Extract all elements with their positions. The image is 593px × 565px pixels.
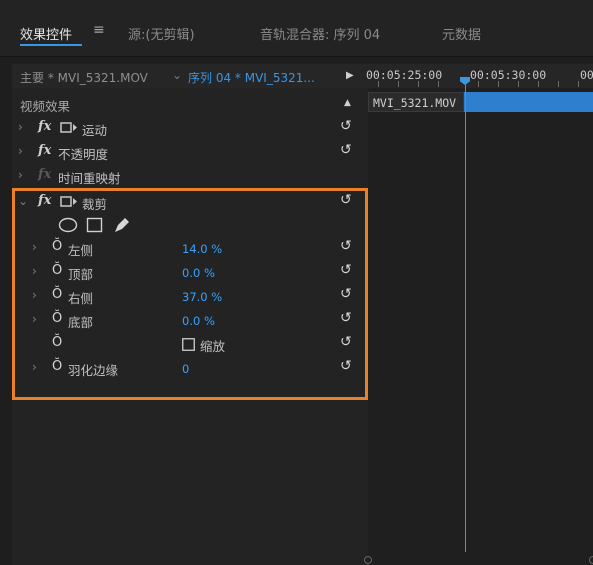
reset-icon[interactable]: ↺ [340,142,352,158]
timecode: 00 [580,68,593,82]
tab-metadata[interactable]: 元数据 [442,24,481,43]
effect-row-motion[interactable]: › fx 运动 ↺ [12,116,368,140]
ruler-tick [478,81,479,87]
timeline-mini-panel: 00:05:25:00 00:05:30:00 00 MVI_5321.MOV [364,64,593,565]
tab-divider [0,56,593,57]
fx-icon[interactable]: fx [38,143,51,158]
video-effects-label: 视频效果 [20,99,71,114]
playhead-line[interactable] [465,82,466,552]
fx-icon[interactable]: fx [38,119,51,134]
time-ruler[interactable]: 00:05:25:00 00:05:30:00 00 [366,64,593,88]
master-clip-label[interactable]: 主要 * MVI_5321.MOV [20,69,148,86]
crop-highlight-box [12,188,368,400]
effect-row-opacity[interactable]: › fx 不透明度 ↺ [12,140,368,164]
scroll-handle-left[interactable] [364,556,372,564]
timecode: 00:05:30:00 [470,68,547,82]
play-icon[interactable]: ▶ [346,70,354,81]
ruler-tick [538,81,539,87]
timecode: 00:05:25:00 [366,68,443,82]
chevron-right-icon[interactable]: › [18,120,23,134]
ruler-tick [378,81,379,87]
clip-name-tab[interactable]: MVI_5321.MOV [368,92,464,112]
effect-label: 时间重映射 [58,171,121,186]
clip-header-row: 主要 * MVI_5321.MOV ⌄ 序列 04 * MVI_5321... … [12,64,368,88]
active-tab-underline [20,44,82,46]
chevron-right-icon[interactable]: › [18,168,23,182]
ruler-tick [578,81,579,87]
chevron-down-icon[interactable]: ⌄ [172,68,182,82]
reset-icon[interactable]: ↺ [340,118,352,134]
clip-label: MVI_5321.MOV [373,96,457,110]
effect-row-time-remapping[interactable]: › fx 时间重映射 [12,164,368,188]
chevron-right-icon[interactable]: › [18,144,23,158]
ruler-tick [558,81,559,87]
sequence-clip-label[interactable]: 序列 04 * MVI_5321... [188,69,315,86]
ruler-tick [518,81,519,87]
ruler-tick [498,81,499,87]
collapse-icon[interactable]: ▲ [344,98,351,108]
ruler-tick [438,81,439,87]
panel-menu-icon[interactable]: ≡ [93,22,105,38]
tab-source[interactable]: 源:(无剪辑) [128,24,195,43]
tab-audio-mixer[interactable]: 音轨混合器: 序列 04 [260,24,380,43]
scroll-handle-right[interactable] [589,556,593,564]
ruler-tick [398,81,399,87]
tab-effect-controls[interactable]: 效果控件 [20,24,72,43]
effect-label: 运动 [82,123,108,138]
panel-tab-bar: 效果控件 ≡ 源:(无剪辑) 音轨混合器: 序列 04 元数据 [0,0,593,57]
video-effects-header: 视频效果 ▲ [12,92,368,116]
fx-icon: fx [38,167,52,182]
motion-transform-icon [60,121,78,137]
effect-label: 不透明度 [58,147,109,162]
ruler-tick [418,81,419,87]
